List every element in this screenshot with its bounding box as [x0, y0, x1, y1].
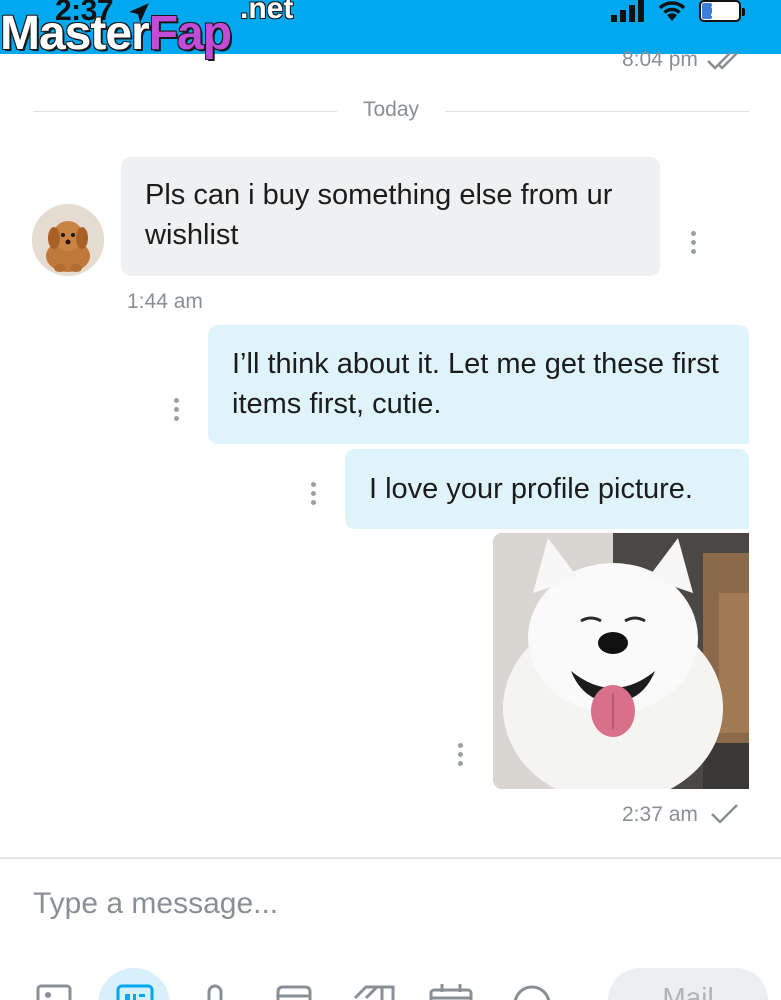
battery-percent: 27	[710, 1, 730, 20]
message-options-icon[interactable]	[689, 231, 697, 254]
send-button[interactable]: Mail	[608, 968, 768, 1000]
gif-icon[interactable]	[116, 984, 154, 1000]
wifi-icon	[658, 1, 686, 21]
message-time: 1:44 am	[127, 290, 203, 313]
check-icon	[711, 804, 738, 824]
message-bubble-incoming[interactable]: Pls can i buy something else from ur wis…	[121, 157, 660, 276]
message-options-icon[interactable]	[172, 398, 180, 421]
message-bubble-outgoing[interactable]: I love your profile picture.	[345, 449, 749, 529]
microphone-icon[interactable]	[204, 984, 226, 1000]
send-button-label: Mail	[662, 982, 714, 1000]
battery-icon: 27	[699, 0, 745, 22]
watermark-logo: MasterFap .net	[0, 0, 293, 61]
watermark-main: Master	[0, 7, 150, 60]
message-options-icon[interactable]	[456, 743, 464, 766]
signal-icon	[611, 0, 644, 22]
double-check-icon	[707, 52, 738, 70]
dollar-icon[interactable]	[512, 984, 552, 1000]
day-label: Today	[362, 98, 420, 121]
photo-message[interactable]	[493, 533, 749, 789]
previous-message-time: 8:04 pm	[622, 48, 698, 71]
vault-icon[interactable]	[275, 984, 313, 1000]
status-indicators: 27	[611, 0, 745, 22]
calendar-icon[interactable]	[428, 984, 474, 1000]
watermark-suffix: .net	[240, 0, 294, 25]
composer-divider	[0, 857, 781, 859]
composer-toolbar: Mail	[0, 960, 781, 1000]
watermark-accent: Fap	[148, 7, 232, 60]
puppy-avatar-image	[32, 204, 104, 276]
image-icon[interactable]	[36, 984, 72, 1000]
message-time: 2:37 am	[622, 803, 698, 826]
message-input[interactable]	[33, 880, 733, 928]
message-options-icon[interactable]	[309, 482, 317, 505]
samoyed-photo	[493, 533, 749, 789]
day-divider: Today	[33, 98, 749, 124]
message-bubble-outgoing[interactable]: I’ll think about it. Let me get these fi…	[208, 325, 749, 444]
avatar[interactable]	[32, 204, 104, 276]
tag-icon[interactable]	[352, 984, 398, 1000]
